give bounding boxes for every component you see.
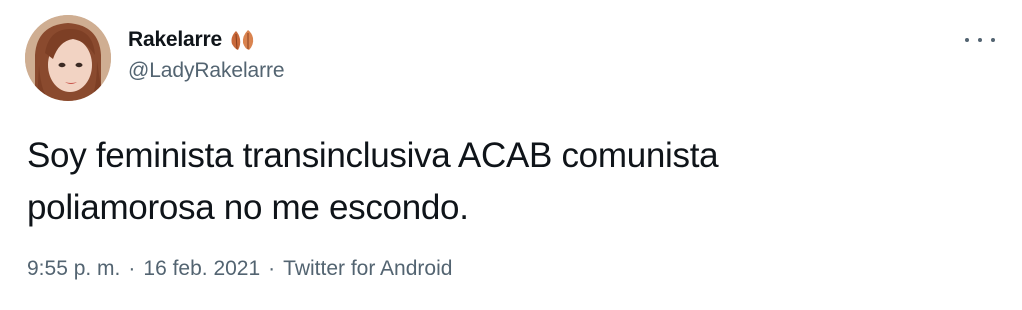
name-row: Rakelarre <box>128 26 285 54</box>
more-horizontal-icon <box>978 38 982 42</box>
tweet-date[interactable]: 16 feb. 2021 <box>143 257 260 281</box>
meta-separator: · <box>128 257 136 280</box>
more-options-button[interactable] <box>965 30 995 50</box>
display-name[interactable]: Rakelarre <box>128 28 222 52</box>
tweet-text: Soy feminista transinclusiva ACAB comuni… <box>27 130 927 234</box>
tweet-meta: 9:55 p. m. · 16 feb. 2021 · Twitter for … <box>27 257 452 281</box>
user-handle[interactable]: @LadyRakelarre <box>128 59 285 83</box>
tweet-text-line-2: poliamorosa no me escondo. <box>27 188 469 227</box>
tweet-card: Rakelarre @LadyRakelarre Soy feminista t… <box>0 0 1022 310</box>
tweet-header: Rakelarre @LadyRakelarre <box>128 26 285 83</box>
tweet-text-line-1: Soy feminista transinclusiva ACAB comuni… <box>27 136 719 175</box>
avatar[interactable] <box>25 15 111 101</box>
more-horizontal-icon <box>965 38 969 42</box>
more-horizontal-icon <box>991 38 995 42</box>
avatar-illustration <box>25 15 111 101</box>
leaves-emoji-icon <box>228 28 258 52</box>
tweet-time[interactable]: 9:55 p. m. <box>27 257 120 281</box>
meta-separator: · <box>268 257 276 280</box>
tweet-source[interactable]: Twitter for Android <box>283 257 452 281</box>
